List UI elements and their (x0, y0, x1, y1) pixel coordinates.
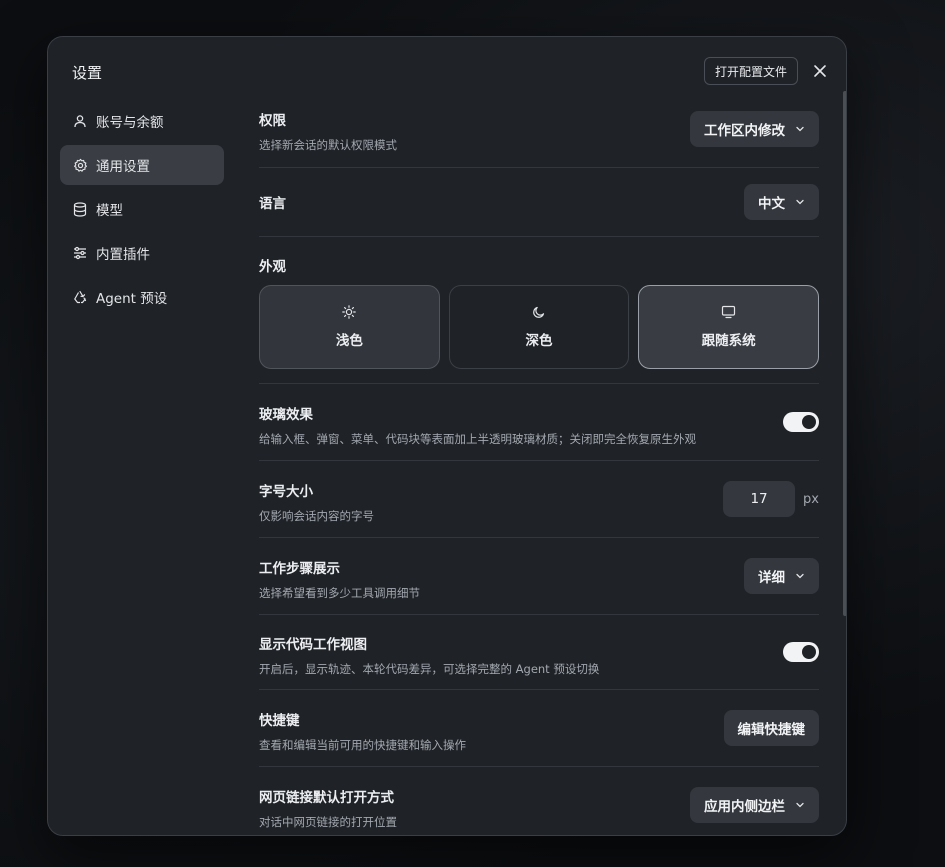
gear-icon (72, 157, 88, 173)
setting-desc: 查看和编辑当前可用的快捷键和输入操作 (259, 738, 466, 752)
content-scrollbar[interactable] (843, 91, 846, 616)
sidebar-item-label: 通用设置 (96, 159, 150, 175)
user-icon (72, 113, 88, 129)
sidebar: 账号与余额 通用设置 模型 内置插件 Agent 预设 (60, 101, 224, 321)
appearance-dark-option[interactable]: 深色 (448, 285, 630, 369)
setting-label: 权限 (259, 113, 286, 129)
chevron-down-icon (795, 571, 805, 581)
dropdown-value: 详细 (758, 570, 785, 586)
moon-icon (532, 305, 546, 323)
setting-label: 显示代码工作视图 (259, 637, 367, 653)
open-config-button[interactable]: 打开配置文件 (704, 57, 799, 85)
setting-desc: 选择新会话的默认权限模式 (259, 138, 397, 152)
sidebar-item-label: 模型 (96, 203, 123, 219)
setting-label: 工作步骤展示 (259, 561, 340, 577)
setting-label: 快捷键 (259, 713, 300, 729)
sidebar-item-label: 账号与余额 (96, 115, 164, 131)
setting-shortcuts: 快捷键 查看和编辑当前可用的快捷键和输入操作 编辑快捷键 (259, 690, 819, 767)
sidebar-item-label: Agent 预设 (96, 291, 168, 307)
setting-desc: 对话中网页链接的打开位置 (259, 815, 397, 829)
sidebar-item-plugins[interactable]: 内置插件 (60, 233, 224, 273)
appearance-option-label: 深色 (525, 333, 553, 349)
appearance-system-option[interactable]: 跟随系统 (638, 285, 819, 369)
recycle-icon (72, 289, 88, 305)
sidebar-item-label: 内置插件 (96, 247, 150, 263)
appearance-option-label: 浅色 (335, 333, 363, 349)
setting-code-view: 显示代码工作视图 开启后，显示轨迹、本轮代码差异，可选择完整的 Agent 预设… (259, 615, 819, 690)
toggle-knob (802, 415, 816, 429)
sidebar-item-agent-presets[interactable]: Agent 预设 (60, 277, 224, 317)
sidebar-item-general[interactable]: 通用设置 (60, 145, 224, 185)
permissions-dropdown[interactable]: 工作区内修改 (690, 111, 819, 147)
sidebar-item-models[interactable]: 模型 (60, 189, 224, 229)
setting-permissions: 权限 选择新会话的默认权限模式 工作区内修改 (259, 91, 819, 168)
setting-link-open: 网页链接默认打开方式 对话中网页链接的打开位置 应用内侧边栏 (259, 767, 819, 835)
sliders-icon (72, 245, 88, 261)
setting-appearance: 外观 浅色 深色 跟随系统 (259, 237, 819, 384)
settings-content: 权限 选择新会话的默认权限模式 工作区内修改 语言 中文 外观 浅色 深色 跟随… (259, 91, 819, 835)
setting-work-steps: 工作步骤展示 选择希望看到多少工具调用细节 详细 (259, 538, 819, 615)
appearance-light-option[interactable]: 浅色 (259, 285, 440, 369)
sun-icon (342, 305, 357, 323)
setting-desc: 开启后，显示轨迹、本轮代码差异，可选择完整的 Agent 预设切换 (259, 662, 600, 676)
code-view-toggle[interactable] (783, 642, 819, 662)
dropdown-value: 应用内侧边栏 (704, 799, 785, 815)
link-open-dropdown[interactable]: 应用内侧边栏 (690, 787, 819, 823)
setting-desc: 仅影响会话内容的字号 (259, 509, 374, 523)
appearance-option-label: 跟随系统 (701, 333, 756, 349)
setting-label: 外观 (259, 259, 286, 275)
chevron-down-icon (795, 197, 805, 207)
monitor-icon (721, 305, 736, 323)
chevron-down-icon (795, 124, 805, 134)
setting-font-size: 字号大小 仅影响会话内容的字号 17 px (259, 461, 819, 538)
database-icon (72, 201, 88, 217)
chevron-down-icon (795, 800, 805, 810)
setting-desc: 选择希望看到多少工具调用细节 (259, 586, 420, 600)
setting-language: 语言 中文 (259, 168, 819, 237)
setting-label: 玻璃效果 (259, 407, 313, 423)
appearance-options: 浅色 深色 跟随系统 (259, 285, 819, 369)
dropdown-value: 工作区内修改 (704, 123, 785, 139)
dialog-title: 设置 (72, 64, 103, 82)
work-steps-dropdown[interactable]: 详细 (744, 558, 819, 594)
dropdown-value: 中文 (758, 196, 785, 212)
font-size-unit: px (803, 491, 819, 507)
setting-label: 语言 (259, 196, 286, 212)
toggle-knob (802, 645, 816, 659)
language-dropdown[interactable]: 中文 (744, 184, 819, 220)
setting-glass: 玻璃效果 给输入框、弹窗、菜单、代码块等表面加上半透明玻璃材质；关闭即完全恢复原… (259, 384, 819, 461)
settings-dialog: 设置 打开配置文件 账号与余额 通用设置 模型 内置插件 Agent 预设 权限… (47, 36, 847, 836)
font-size-input[interactable]: 17 (723, 481, 796, 517)
setting-desc: 给输入框、弹窗、菜单、代码块等表面加上半透明玻璃材质；关闭即完全恢复原生外观 (259, 432, 696, 446)
edit-shortcuts-button[interactable]: 编辑快捷键 (723, 710, 819, 746)
setting-label: 网页链接默认打开方式 (259, 790, 394, 806)
sidebar-item-account[interactable]: 账号与余额 (60, 101, 224, 141)
setting-label: 字号大小 (259, 484, 313, 500)
close-icon[interactable] (810, 61, 830, 81)
glass-toggle[interactable] (783, 412, 819, 432)
